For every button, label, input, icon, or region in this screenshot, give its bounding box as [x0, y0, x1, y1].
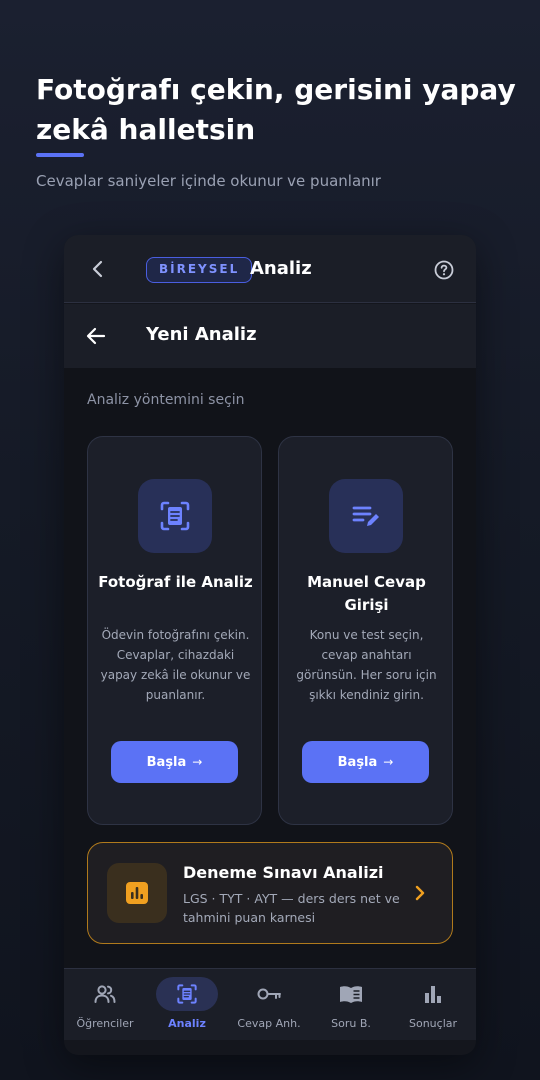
screen-title: Yeni Analiz	[146, 324, 257, 345]
arrow-right-icon: →	[383, 755, 394, 769]
nav-item-question-bank[interactable]: Soru B.	[310, 969, 392, 1041]
nav-label: Soru B.	[331, 1017, 371, 1030]
app-bar: BİREYSEL Analiz	[64, 235, 476, 303]
nav-item-results[interactable]: Sonuçlar	[392, 969, 474, 1041]
help-circle-icon[interactable]	[434, 260, 454, 280]
nav-item-analysis[interactable]: Analiz	[146, 969, 228, 1041]
bar-chart-icon	[402, 977, 464, 1011]
nav-label: Öğrenciler	[76, 1017, 134, 1030]
hero-headline: Fotoğrafı çekin, gerisini yapay zekâ hal…	[36, 73, 516, 146]
nav-label: Analiz	[168, 1017, 206, 1030]
button-label: Başla	[337, 754, 378, 770]
start-manual-entry-button[interactable]: Başla →	[302, 741, 429, 783]
bottom-navigation: Öğrenciler Analiz Cevap Anh. Soru B. Son…	[64, 968, 476, 1040]
card-title: Fotoğraf ile Analiz	[98, 573, 253, 591]
key-icon	[238, 977, 300, 1011]
nav-item-answer-keys[interactable]: Cevap Anh.	[228, 969, 310, 1041]
chevron-left-icon[interactable]	[86, 257, 110, 281]
exam-analysis-card[interactable]: Deneme Sınavı Analizi LGS · TYT · AYT — …	[87, 842, 453, 944]
scan-document-icon	[138, 479, 212, 553]
screen-header: Yeni Analiz	[64, 304, 476, 368]
nav-label: Cevap Anh.	[237, 1017, 301, 1030]
chevron-right-icon	[410, 883, 430, 903]
account-type-badge: BİREYSEL	[146, 257, 253, 283]
app-bar-title: Analiz	[250, 258, 312, 279]
photo-analysis-card[interactable]: Fotoğraf ile Analiz Ödevin fotoğrafını ç…	[87, 436, 262, 825]
button-label: Başla	[146, 754, 187, 770]
manual-entry-card[interactable]: Manuel Cevap Girişi Konu ve test seçin, …	[278, 436, 453, 825]
bar-chart-icon	[107, 863, 167, 923]
users-icon	[74, 977, 136, 1011]
arrow-left-icon[interactable]	[84, 324, 108, 348]
exam-description: LGS · TYT · AYT — ders ders net ve tahmi…	[183, 891, 400, 925]
card-description: Ödevin fotoğrafını çekin. Cevaplar, ciha…	[100, 628, 251, 702]
edit-list-icon	[329, 479, 403, 553]
nav-label: Sonuçlar	[408, 1017, 458, 1030]
exam-title: Deneme Sınavı Analizi	[183, 863, 384, 882]
scan-document-icon	[156, 977, 218, 1011]
book-icon	[320, 977, 382, 1011]
card-title: Manuel Cevap Girişi	[307, 573, 426, 614]
hero-subtitle: Cevaplar saniyeler içinde okunur ve puan…	[36, 172, 381, 190]
section-label: Analiz yöntemini seçin	[87, 392, 245, 408]
headline-underline	[36, 153, 84, 157]
start-photo-analysis-button[interactable]: Başla →	[111, 741, 238, 783]
card-description: Konu ve test seçin, cevap anahtarı görün…	[296, 628, 437, 702]
phone-mockup: BİREYSEL Analiz Yeni Analiz Analiz yönte…	[64, 235, 476, 1055]
content-area: Analiz yöntemini seçin Fotoğraf ile Anal…	[64, 368, 476, 968]
arrow-right-icon: →	[192, 755, 203, 769]
nav-item-students[interactable]: Öğrenciler	[64, 969, 146, 1041]
